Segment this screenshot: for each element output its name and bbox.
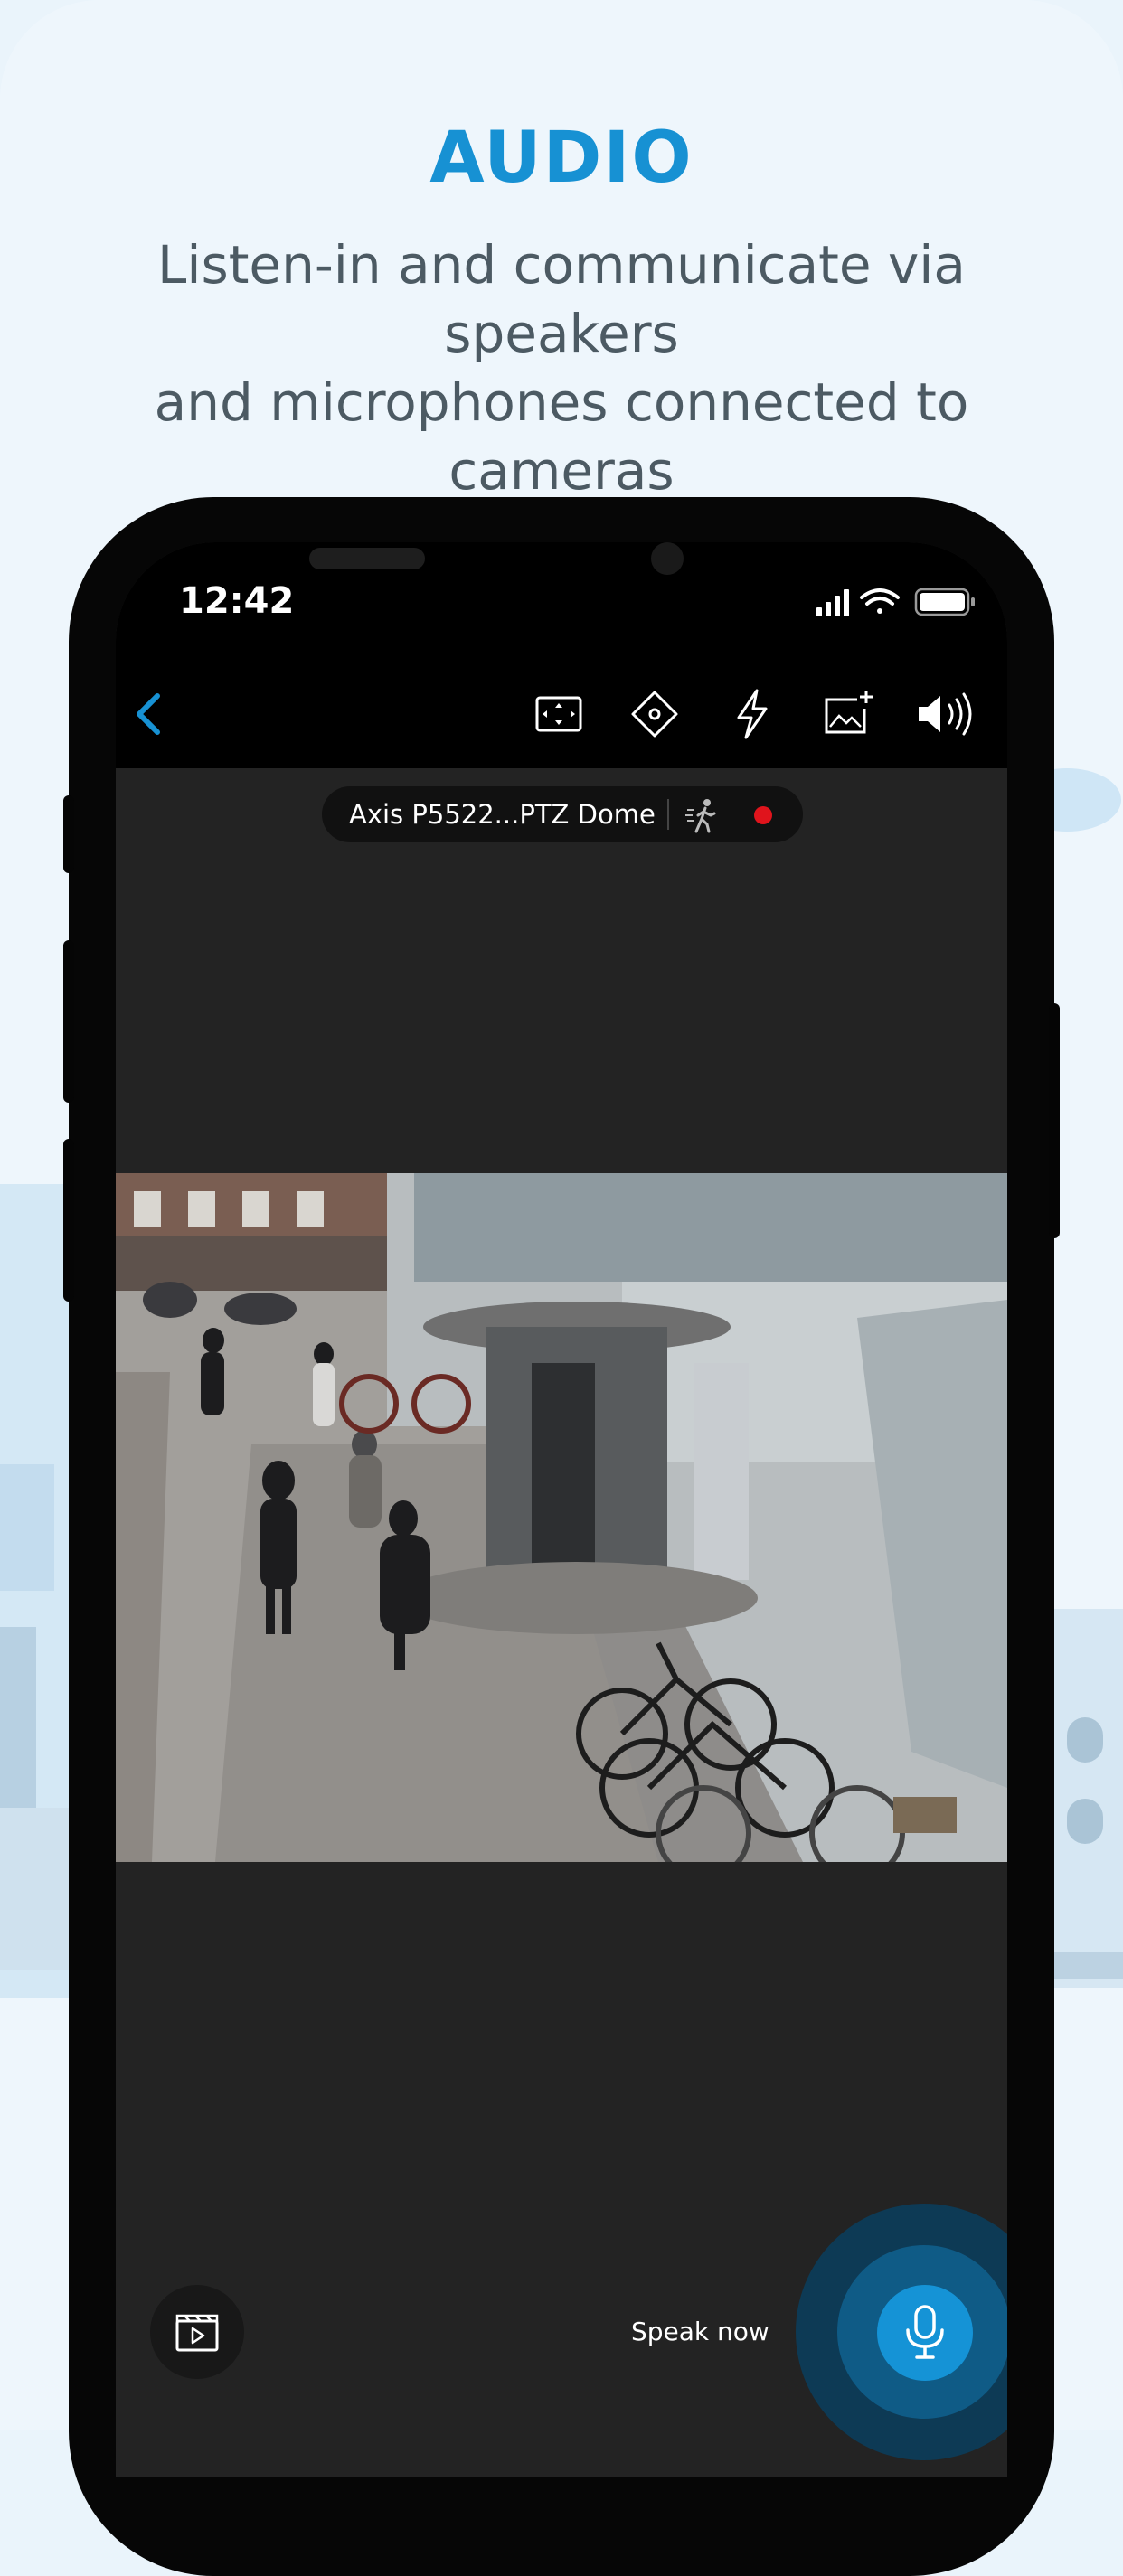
live-video-feed[interactable] — [116, 1173, 1007, 1862]
pill-divider — [667, 799, 669, 830]
wifi-icon — [860, 588, 900, 614]
status-time: 12:42 — [179, 580, 295, 622]
front-camera — [651, 542, 684, 575]
signal-icon — [816, 589, 849, 616]
snapshot-button[interactable] — [812, 678, 884, 750]
phone-power-button — [1049, 1003, 1060, 1238]
camera-scene — [116, 1173, 1007, 1862]
fit-screen-icon — [535, 696, 582, 732]
fit-screen-button[interactable] — [523, 678, 595, 750]
io-trigger-button[interactable] — [715, 678, 788, 750]
snapshot-icon — [825, 691, 873, 734]
speak-now-label: Speak now — [631, 2317, 769, 2346]
speaker-button[interactable] — [910, 678, 982, 750]
microphone-button[interactable] — [877, 2285, 973, 2381]
recording-indicator — [754, 806, 772, 824]
app-screen: 12:42 Axis P5522...PTZ Dome Speak now — [116, 542, 1007, 2477]
ptz-control-button[interactable] — [618, 678, 691, 750]
promo-headline: AUDIO — [429, 118, 694, 199]
battery-icon — [914, 588, 975, 616]
ptz-control-icon — [631, 691, 678, 738]
camera-name: Axis P5522...PTZ Dome — [349, 799, 656, 830]
camera-info-pill[interactable]: Axis P5522...PTZ Dome — [322, 786, 803, 842]
back-button[interactable] — [116, 678, 188, 750]
speaker-icon — [919, 692, 972, 736]
status-icons — [816, 588, 975, 616]
phone-volume-up — [63, 940, 74, 1103]
clips-button[interactable] — [150, 2285, 244, 2379]
io-trigger-icon — [737, 689, 768, 739]
clapperboard-icon — [175, 2314, 219, 2352]
subheadline-line-1: Listen-in and communicate via speakers — [157, 234, 966, 364]
microphone-icon — [906, 2305, 944, 2359]
promo-subheadline: Listen-in and communicate via speakers a… — [45, 230, 1078, 505]
earpiece-speaker — [309, 548, 425, 569]
subheadline-line-2: and microphones connected to cameras — [154, 371, 969, 502]
phone-mute-switch — [63, 795, 74, 873]
motion-walk-icon — [685, 799, 716, 833]
chevron-left-icon — [137, 693, 160, 735]
phone-volume-down — [63, 1139, 74, 1302]
